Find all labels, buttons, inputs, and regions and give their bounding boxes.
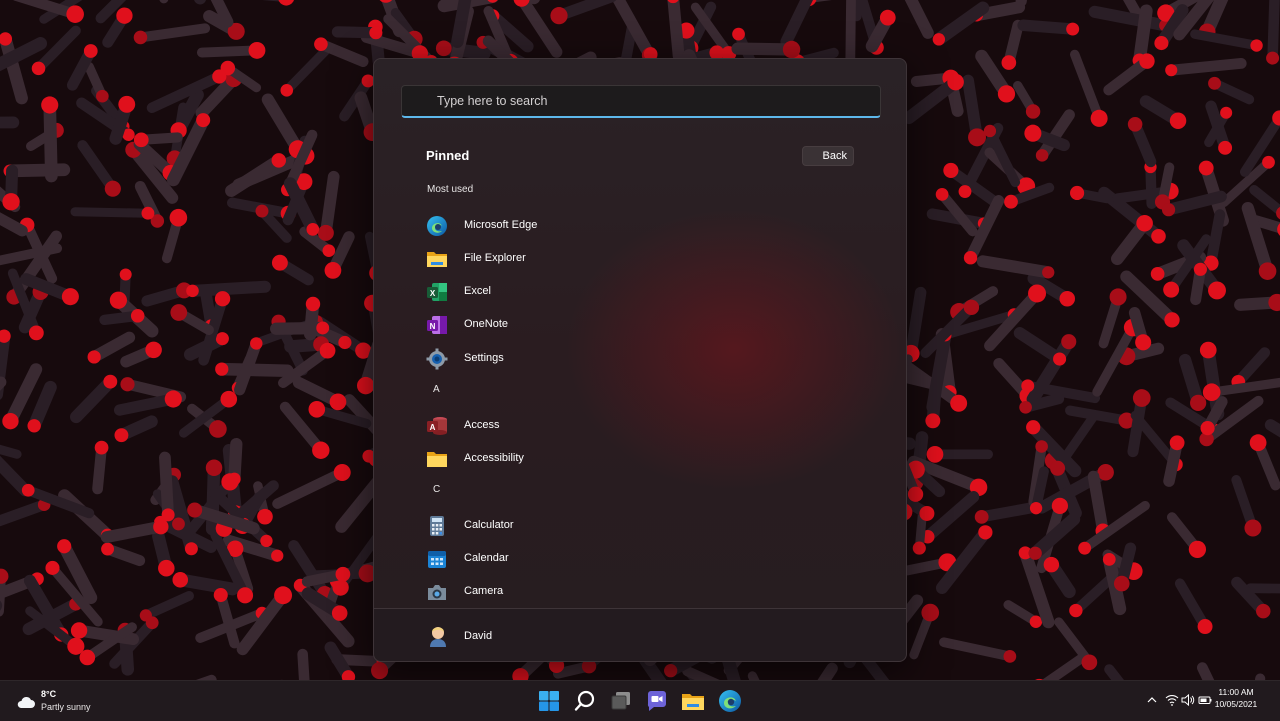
app-calculator[interactable]: Calculator bbox=[426, 510, 866, 540]
app-label: Excel bbox=[464, 285, 491, 297]
app-label: Calculator bbox=[464, 519, 514, 531]
app-onenote[interactable]: N OneNote bbox=[426, 309, 866, 339]
avatar-icon bbox=[427, 623, 449, 647]
app-accessibility[interactable]: Accessibility bbox=[426, 443, 866, 473]
weather-temperature: 8°C bbox=[41, 689, 56, 699]
app-label: Access bbox=[464, 419, 499, 431]
task-view-icon[interactable] bbox=[609, 689, 633, 713]
back-button[interactable]: Back bbox=[802, 146, 854, 166]
wifi-icon[interactable] bbox=[1165, 693, 1179, 707]
start-menu: Type here to search Pinned Back Most use… bbox=[373, 58, 907, 662]
folder-icon bbox=[426, 448, 448, 470]
app-file-explorer[interactable]: File Explorer bbox=[426, 243, 866, 273]
app-label: File Explorer bbox=[464, 252, 526, 264]
camera-icon bbox=[426, 581, 448, 603]
app-label: OneNote bbox=[464, 318, 508, 330]
calendar-icon bbox=[426, 548, 448, 570]
app-calendar[interactable]: Calendar bbox=[426, 543, 866, 573]
clock[interactable]: 11:00 AM 10/05/2021 bbox=[1200, 686, 1272, 710]
group-header-c[interactable]: C bbox=[433, 484, 440, 495]
access-icon: A bbox=[426, 415, 448, 437]
app-camera[interactable]: Camera bbox=[426, 576, 866, 606]
app-label: Camera bbox=[464, 585, 503, 597]
app-label: Settings bbox=[464, 352, 504, 364]
search-box[interactable]: Type here to search bbox=[401, 85, 881, 118]
folder-icon bbox=[426, 248, 448, 270]
edge-icon[interactable] bbox=[718, 689, 742, 713]
search-icon[interactable] bbox=[573, 689, 597, 713]
chevron-up-icon[interactable] bbox=[1145, 693, 1159, 707]
app-label: Calendar bbox=[464, 552, 509, 564]
onenote-icon: N bbox=[426, 314, 448, 336]
svg-text:X: X bbox=[430, 289, 436, 298]
most-used-label: Most used bbox=[427, 184, 473, 195]
clock-date: 10/05/2021 bbox=[1200, 698, 1272, 710]
svg-text:A: A bbox=[430, 423, 436, 432]
start-footer: David bbox=[374, 609, 906, 661]
volume-icon[interactable] bbox=[1181, 693, 1195, 707]
weather-condition: Partly sunny bbox=[41, 702, 91, 712]
search-placeholder: Type here to search bbox=[437, 94, 547, 108]
gear-icon bbox=[426, 348, 448, 370]
excel-icon: X bbox=[426, 281, 448, 303]
app-excel[interactable]: X Excel bbox=[426, 276, 866, 306]
cloud-icon bbox=[16, 694, 36, 710]
user-name: David bbox=[464, 630, 492, 642]
start-icon[interactable] bbox=[537, 689, 561, 713]
app-label: Accessibility bbox=[464, 452, 524, 464]
clock-time: 11:00 AM bbox=[1200, 686, 1272, 698]
weather-widget[interactable]: 8°C Partly sunny bbox=[16, 687, 156, 715]
pinned-title: Pinned bbox=[426, 148, 469, 163]
app-access[interactable]: A Access bbox=[426, 410, 866, 440]
taskbar: 8°C Partly sunny bbox=[0, 680, 1280, 721]
app-settings[interactable]: Settings bbox=[426, 343, 866, 373]
svg-text:N: N bbox=[430, 322, 436, 331]
group-header-a[interactable]: A bbox=[433, 384, 440, 395]
edge-icon bbox=[426, 215, 448, 237]
app-label: Microsoft Edge bbox=[464, 219, 537, 231]
app-microsoft-edge[interactable]: Microsoft Edge bbox=[426, 210, 866, 240]
calculator-icon bbox=[426, 515, 448, 537]
user-account-button[interactable]: David bbox=[427, 623, 727, 647]
file-explorer-icon[interactable] bbox=[681, 689, 705, 713]
teams-chat-icon[interactable] bbox=[645, 689, 669, 713]
